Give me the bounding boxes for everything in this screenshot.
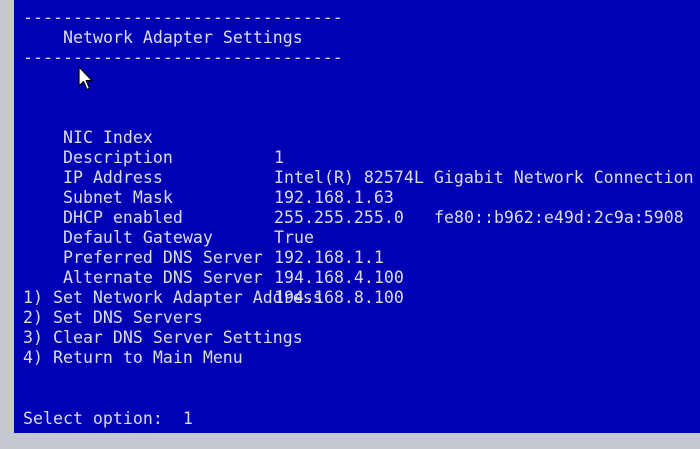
header-rule-top: -------------------------------- — [23, 8, 343, 27]
field-value: Intel(R) 82574L Gigabit Network Connecti… — [274, 168, 694, 187]
menu-option-return-main[interactable]: 4) Return to Main Menu — [23, 348, 243, 368]
select-option-prompt[interactable]: Select option: 1 — [23, 409, 193, 429]
field-value: 192.168.1.1 — [274, 248, 384, 267]
menu-option-set-address[interactable]: 1) Set Network Adapter Address — [23, 288, 323, 308]
field-value-ipv6: fe80::b962:e49d:2c9a:5908 — [434, 208, 684, 227]
field-value: 192.168.1.63 — [274, 188, 394, 207]
menu-option-clear-dns[interactable]: 3) Clear DNS Server Settings — [23, 328, 303, 348]
field-label: Alternate DNS Server — [62, 268, 263, 287]
window-bottom-border — [0, 433, 700, 449]
arrow-pointer-icon — [78, 66, 93, 91]
header-rule-bottom: -------------------------------- — [23, 48, 343, 67]
field-value: True — [274, 228, 314, 247]
menu-option-set-dns[interactable]: 2) Set DNS Servers — [23, 308, 203, 328]
page-title: Network Adapter Settings — [63, 28, 303, 47]
field-value: 255.255.255.0 — [274, 208, 404, 227]
field-value: 1 — [274, 148, 284, 167]
console-screen[interactable]: -------------------------------- Network… — [14, 0, 700, 433]
field-value: 194.168.4.100 — [274, 268, 404, 287]
window-left-border — [0, 0, 14, 449]
